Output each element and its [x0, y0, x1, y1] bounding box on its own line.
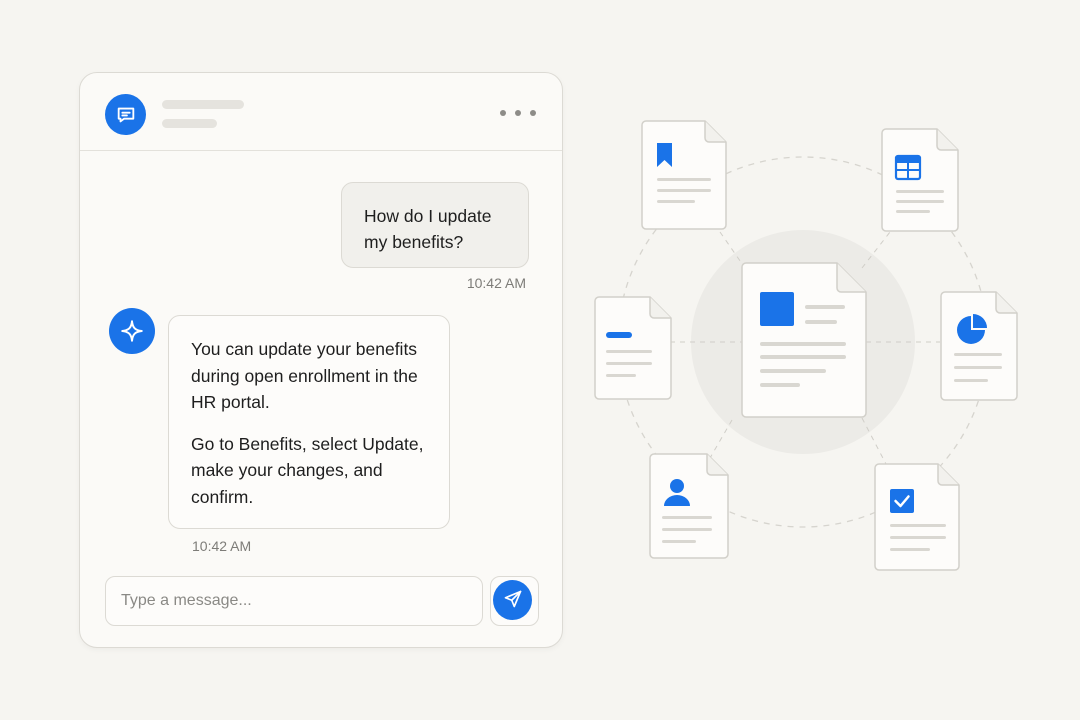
bookmark-document[interactable] — [641, 120, 727, 230]
assistant-message: You can update your benefits during open… — [168, 315, 450, 529]
blue-square-icon — [760, 292, 794, 326]
chat-header — [80, 73, 562, 151]
assistant-paragraph: Go to Benefits, select Update, make your… — [191, 433, 424, 507]
checklist-document[interactable] — [874, 463, 960, 571]
subtitle-placeholder — [162, 119, 217, 128]
message-input[interactable] — [105, 576, 483, 626]
assistant-message-timestamp: 10:42 AM — [192, 538, 252, 554]
dot — [515, 110, 521, 116]
checkbox-icon — [890, 489, 914, 513]
dot — [530, 110, 536, 116]
text-document[interactable] — [594, 296, 672, 400]
assistant-paragraph: You can update your benefits during open… — [191, 339, 418, 412]
profile-document[interactable] — [649, 453, 729, 559]
user-message-timestamp: 10:42 AM — [466, 275, 526, 291]
table-document[interactable] — [881, 128, 959, 232]
sparkle-icon — [109, 308, 155, 354]
center-document[interactable] — [741, 262, 867, 418]
more-horizontal-icon[interactable] — [500, 106, 536, 120]
chat-window: How do I update my benefits? 10:42 AM Yo… — [79, 72, 563, 648]
title-placeholder — [162, 100, 244, 109]
chart-document[interactable] — [940, 291, 1018, 401]
send-button[interactable] — [493, 580, 532, 620]
send-icon — [503, 589, 523, 612]
dot — [500, 110, 506, 116]
minus-line-icon — [606, 332, 632, 338]
user-message: How do I update my benefits? — [341, 182, 529, 268]
connector-line — [861, 417, 887, 465]
chat-bubble-icon — [105, 94, 146, 135]
